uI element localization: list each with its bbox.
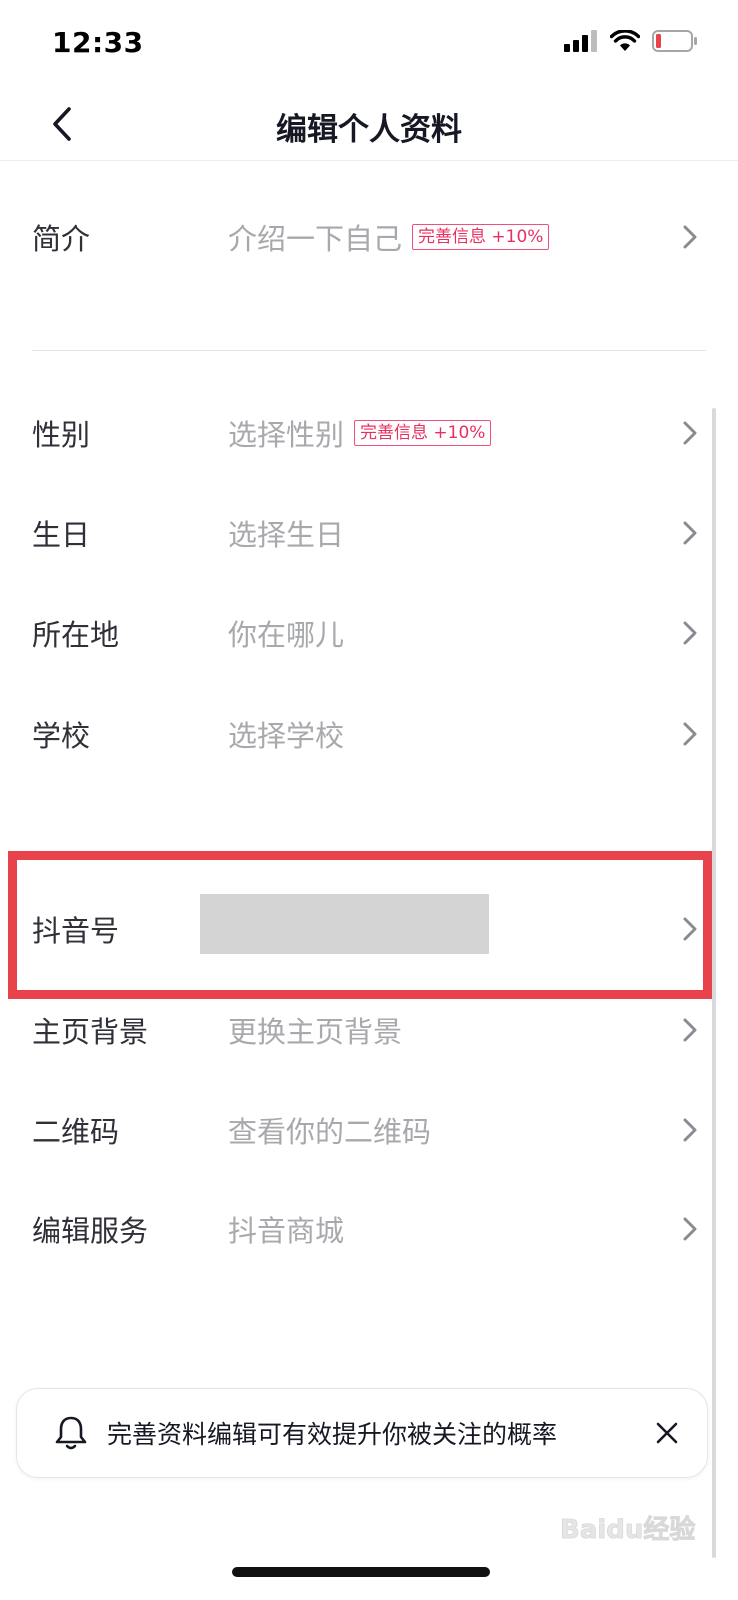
row-label: 二维码 xyxy=(32,1115,120,1149)
row-value: 抖音商城 xyxy=(228,1214,345,1248)
watermark-text: Baidu经验 xyxy=(560,1514,695,1545)
row-value: 更换主页背景 xyxy=(228,1015,403,1049)
row-label: 生日 xyxy=(32,518,91,552)
row-birthday[interactable]: 生日 选择生日 xyxy=(0,488,738,578)
chevron-right-icon xyxy=(683,1118,697,1142)
status-icons xyxy=(564,30,698,52)
baidu-watermark-logo: Baidu经验 xyxy=(560,1514,696,1546)
row-label: 简介 xyxy=(32,222,91,256)
chevron-right-icon xyxy=(683,917,697,941)
row-background[interactable]: 主页背景 更换主页背景 xyxy=(0,985,738,1075)
row-qrcode[interactable]: 二维码 查看你的二维码 xyxy=(0,1085,738,1175)
page-title: 编辑个人资料 xyxy=(276,112,462,148)
completion-badge: 完善信息 +10% xyxy=(412,224,550,250)
row-value: 选择生日 xyxy=(228,518,345,552)
status-time: 12:33 xyxy=(52,26,144,59)
row-value-text: 选择性别 xyxy=(228,418,345,452)
redacted-id xyxy=(200,894,489,954)
row-intro[interactable]: 简介 介绍一下自己 完善信息 +10% xyxy=(0,192,738,282)
row-gender[interactable]: 性别 选择性别 完善信息 +10% xyxy=(0,388,738,478)
row-label: 主页背景 xyxy=(32,1015,149,1049)
scrollbar[interactable] xyxy=(712,408,716,1558)
section-divider xyxy=(32,350,706,351)
row-label: 抖音号 xyxy=(32,914,120,948)
wifi-icon xyxy=(610,30,640,51)
row-label: 性别 xyxy=(32,418,91,452)
battery-icon xyxy=(652,30,697,52)
chevron-right-icon xyxy=(683,421,697,445)
row-label: 所在地 xyxy=(32,618,120,652)
status-bar: 12:33 xyxy=(0,0,738,90)
tip-text: 完善资料编辑可有效提升你被关注的概率 xyxy=(107,1420,558,1449)
chevron-right-icon xyxy=(683,225,697,249)
row-value: 介绍一下自己 完善信息 +10% xyxy=(228,216,550,258)
home-indicator[interactable] xyxy=(232,1567,490,1577)
row-location[interactable]: 所在地 你在哪儿 xyxy=(0,588,738,678)
bell-icon xyxy=(55,1416,87,1450)
row-service[interactable]: 编辑服务 抖音商城 xyxy=(0,1184,738,1274)
row-value: 查看你的二维码 xyxy=(228,1115,432,1149)
close-icon[interactable] xyxy=(649,1415,685,1451)
chevron-right-icon xyxy=(683,521,697,545)
nav-header: 编辑个人资料 xyxy=(0,90,738,161)
row-label: 编辑服务 xyxy=(32,1214,149,1248)
chevron-right-icon xyxy=(683,1018,697,1042)
row-value: 你在哪儿 xyxy=(228,618,345,652)
chevron-right-icon xyxy=(683,722,697,746)
row-school[interactable]: 学校 选择学校 xyxy=(0,689,738,779)
row-value: 选择性别 完善信息 +10% xyxy=(228,412,492,454)
chevron-right-icon xyxy=(683,1217,697,1241)
row-value: 选择学校 xyxy=(228,719,345,753)
chevron-right-icon xyxy=(683,621,697,645)
signal-icon xyxy=(564,30,597,52)
row-label: 学校 xyxy=(32,719,91,753)
completion-badge: 完善信息 +10% xyxy=(354,420,492,446)
row-value-text: 介绍一下自己 xyxy=(228,222,403,256)
tip-banner: 完善资料编辑可有效提升你被关注的概率 xyxy=(16,1388,708,1478)
